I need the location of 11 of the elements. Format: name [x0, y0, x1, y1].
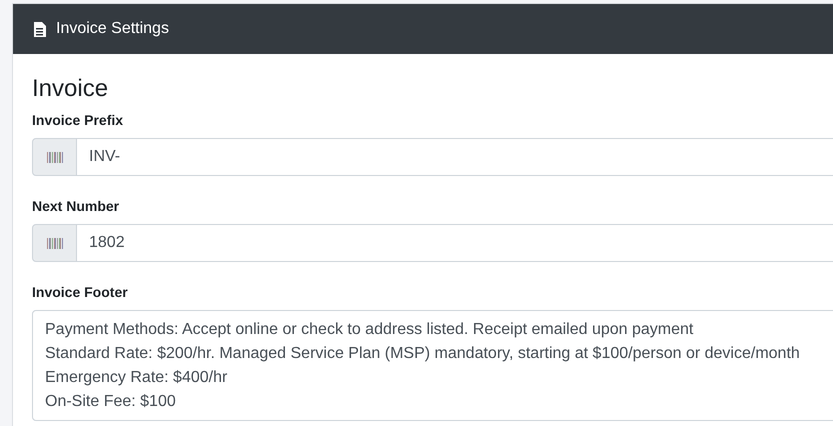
field-label: Invoice Footer [32, 284, 128, 301]
field-label: Invoice Prefix [32, 112, 124, 129]
barcode-icon [46, 152, 62, 162]
textarea-field[interactable]: Payment Methods: Accept online or check to address listed. Receipt emailed upon payment Standard Rate: $200/hr. Managed Service Plan (MSP) mandatory, starting at $100/person or device/month Emergency Rate: $400/hr On-Site Fee: $100 [32, 310, 833, 421]
input-field[interactable]: 1802 [77, 224, 833, 262]
section-heading: Invoice [32, 74, 110, 104]
field-label: Next Number [32, 198, 120, 215]
file-icon [34, 22, 46, 36]
barcode-icon [46, 238, 62, 248]
input-field[interactable]: INV- [77, 138, 833, 176]
card-title: Invoice Settings [56, 20, 169, 38]
